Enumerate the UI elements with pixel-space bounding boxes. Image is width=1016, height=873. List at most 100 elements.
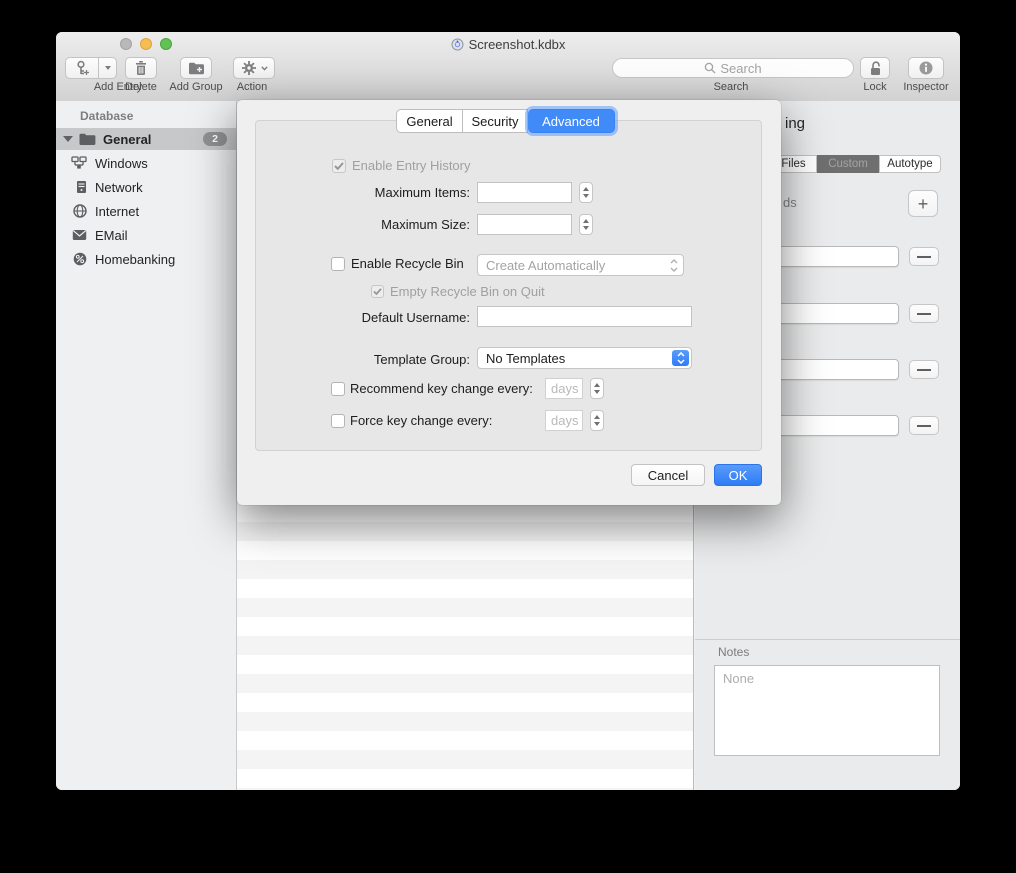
cancel-button[interactable]: Cancel <box>631 464 705 486</box>
minus-icon <box>917 369 931 371</box>
inspector-title-fragment: ing <box>785 115 805 132</box>
remove-field-button[interactable] <box>909 360 939 379</box>
template-group-label: Template Group: <box>310 352 470 367</box>
entry-count-badge: 2 <box>203 132 227 146</box>
sidebar-item-windows[interactable]: Windows <box>56 152 237 174</box>
search-input[interactable]: Search <box>612 58 854 78</box>
enable-entry-history-checkbox[interactable] <box>332 159 346 173</box>
recommend-days-stepper[interactable] <box>590 378 604 399</box>
percent-icon <box>56 252 95 266</box>
inspector-label: Inspector <box>896 81 956 93</box>
sidebar-item-general[interactable]: General 2 <box>56 128 237 150</box>
enable-recycle-bin-label: Enable Recycle Bin <box>351 256 464 271</box>
popup-chevrons-icon <box>670 255 678 275</box>
delete-label: Delete <box>119 81 163 93</box>
screenshot-stage: Screenshot.kdbx Ad <box>0 0 1016 873</box>
minus-icon <box>917 313 931 315</box>
maximum-size-stepper[interactable] <box>579 214 593 235</box>
sidebar-item-label: Network <box>95 180 143 195</box>
sidebar-item-network[interactable]: Network <box>56 176 237 198</box>
sidebar-item-email[interactable]: EMail <box>56 224 237 246</box>
notes-textarea[interactable]: None <box>714 665 940 756</box>
enable-entry-history-label: Enable Entry History <box>352 158 471 173</box>
custom-fields-label-fragment: ds <box>783 195 797 210</box>
notes-placeholder: None <box>723 671 754 686</box>
trash-icon <box>134 60 148 76</box>
checkmark-icon <box>373 288 382 295</box>
default-username-input[interactable] <box>477 306 692 327</box>
force-key-change-checkbox[interactable] <box>331 414 345 428</box>
titlebar-toolbar: Screenshot.kdbx Ad <box>56 32 960 102</box>
search-icon <box>704 62 716 74</box>
sidebar-item-homebanking[interactable]: Homebanking <box>56 248 237 270</box>
gear-icon <box>241 60 257 76</box>
window-title: Screenshot.kdbx <box>56 37 960 52</box>
maximum-size-label: Maximum Size: <box>310 217 470 232</box>
action-button[interactable] <box>233 57 275 79</box>
add-group-button[interactable] <box>180 57 212 79</box>
globe-icon <box>56 204 95 218</box>
tab-autotype[interactable]: Autotype <box>879 155 941 173</box>
popup-chevrons-icon <box>672 350 689 366</box>
group-sidebar: Database General 2 <box>56 101 237 790</box>
remove-field-button[interactable] <box>909 416 939 435</box>
search-placeholder: Search <box>720 61 761 76</box>
sidebar-item-label: EMail <box>95 228 128 243</box>
settings-tab-bar: General Security Advanced <box>396 109 615 133</box>
recommend-key-change-checkbox[interactable] <box>331 382 345 396</box>
add-field-button[interactable]: + <box>908 190 938 217</box>
plus-icon: + <box>918 195 929 213</box>
folder-plus-icon <box>188 61 205 75</box>
chevron-down-icon <box>105 66 111 70</box>
sidebar-item-label: General <box>103 132 151 147</box>
document-proxy-icon <box>451 38 464 51</box>
envelope-icon <box>56 229 95 241</box>
search-field-label: Search <box>706 81 756 93</box>
ok-button[interactable]: OK <box>714 464 762 486</box>
sidebar-item-internet[interactable]: Internet <box>56 200 237 222</box>
add-group-label: Add Group <box>165 81 227 93</box>
recycle-bin-mode-popup[interactable]: Create Automatically <box>477 254 684 276</box>
force-key-change-label: Force key change every: <box>350 413 492 428</box>
force-days-input[interactable]: days <box>545 410 583 431</box>
lock-button[interactable] <box>860 57 890 79</box>
force-days-stepper[interactable] <box>590 410 604 431</box>
disclosure-triangle-icon[interactable] <box>63 136 73 142</box>
unlocked-padlock-icon <box>868 60 883 76</box>
tab-custom[interactable]: Custom <box>817 155 879 173</box>
sidebar-item-label: Windows <box>95 156 148 171</box>
maximum-items-input[interactable] <box>477 182 572 203</box>
add-entry-button[interactable] <box>65 57 117 79</box>
database-settings-dialog: General Security Advanced Enable Entry H… <box>237 100 781 505</box>
server-icon <box>56 180 95 194</box>
maximum-items-stepper[interactable] <box>579 182 593 203</box>
info-icon <box>918 60 934 76</box>
chevron-down-icon <box>261 66 268 71</box>
recommend-days-input[interactable]: days <box>545 378 583 399</box>
action-label: Action <box>230 81 274 93</box>
inspector-button[interactable] <box>908 57 944 79</box>
remove-field-button[interactable] <box>909 304 939 323</box>
recommend-key-change-label: Recommend key change every: <box>350 381 533 396</box>
lock-label: Lock <box>857 81 893 93</box>
empty-recycle-bin-label: Empty Recycle Bin on Quit <box>390 284 545 299</box>
delete-button[interactable] <box>125 57 157 79</box>
enable-recycle-bin-checkbox[interactable] <box>331 257 345 271</box>
remove-field-button[interactable] <box>909 247 939 266</box>
checkmark-icon <box>334 162 344 170</box>
empty-recycle-bin-checkbox[interactable] <box>371 285 384 298</box>
add-entry-dropdown[interactable] <box>98 58 116 78</box>
minus-icon <box>917 256 931 258</box>
tab-general[interactable]: General <box>396 109 463 133</box>
maximum-items-label: Maximum Items: <box>310 185 470 200</box>
maximum-size-input[interactable] <box>477 214 572 235</box>
folder-icon <box>79 133 96 146</box>
divider <box>695 639 960 640</box>
workgroup-icon <box>56 156 95 170</box>
sidebar-item-label: Homebanking <box>95 252 175 267</box>
tab-advanced[interactable]: Advanced <box>528 109 615 133</box>
template-group-popup[interactable]: No Templates <box>477 347 692 369</box>
notes-label: Notes <box>718 645 749 659</box>
sidebar-item-label: Internet <box>95 204 139 219</box>
tab-security[interactable]: Security <box>463 109 528 133</box>
